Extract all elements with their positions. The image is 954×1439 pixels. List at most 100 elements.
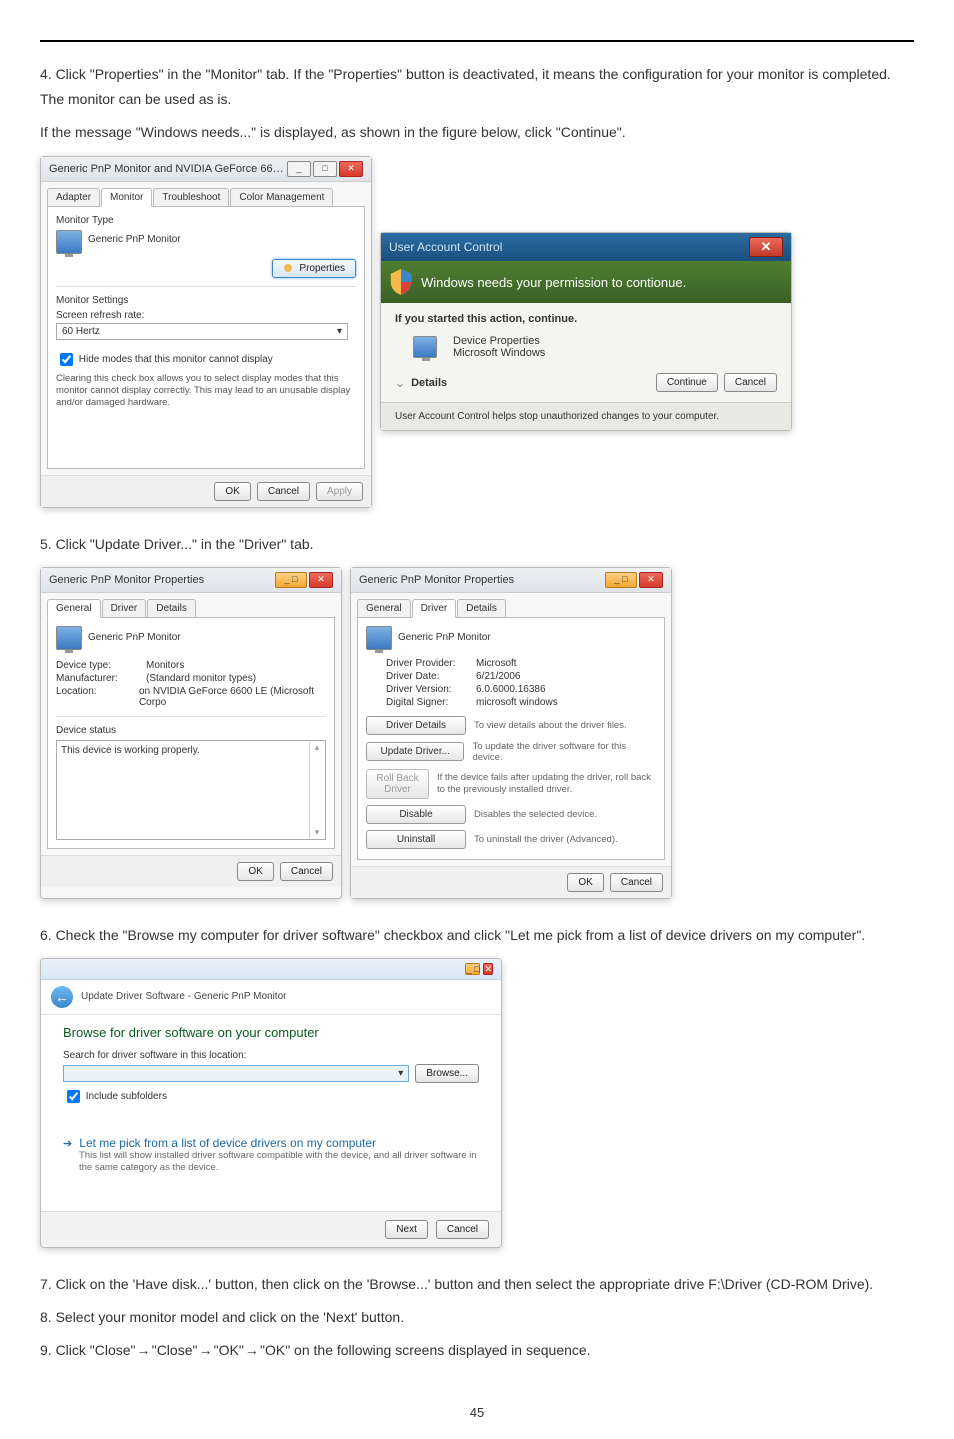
dialog-title: Generic PnP Monitor Properties (359, 574, 514, 586)
driver-signer-label: Digital Signer: (386, 697, 466, 708)
cancel-button[interactable]: Cancel (257, 482, 310, 501)
tab-driver[interactable]: Driver (412, 599, 457, 618)
ok-button[interactable]: OK (214, 482, 250, 501)
uac-footer: User Account Control helps stop unauthor… (381, 402, 791, 430)
tab-general[interactable]: General (357, 599, 411, 617)
device-name: Generic PnP Monitor (398, 632, 491, 643)
chevron-down-icon[interactable]: ⌄ (395, 376, 405, 390)
arrow-right-icon: ➔ (63, 1138, 72, 1150)
back-arrow-icon[interactable]: ← (51, 986, 73, 1008)
step4-text1: 4. Click "Properties" in the "Monitor" t… (40, 62, 914, 112)
driver-version-label: Driver Version: (386, 684, 466, 695)
pick-from-list-label: Let me pick from a list of device driver… (79, 1136, 376, 1150)
ok-button[interactable]: OK (237, 862, 273, 881)
step6-figure-row: _ □ ✕ ← Update Driver Software - Generic… (40, 958, 914, 1248)
page-number: 45 (40, 1405, 914, 1420)
apply-button[interactable]: Apply (316, 482, 363, 501)
scroll-up-icon[interactable]: ▴ (310, 742, 324, 753)
properties-general-dialog: Generic PnP Monitor Properties _ □ ✕ Gen… (40, 567, 342, 899)
driver-provider-label: Driver Provider: (386, 658, 466, 669)
driver-date-label: Driver Date: (386, 671, 466, 682)
location-value: on NVIDIA GeForce 6600 LE (Microsoft Cor… (139, 686, 326, 708)
close-icon[interactable]: ✕ (309, 572, 333, 588)
tab-monitor[interactable]: Monitor (101, 188, 152, 207)
driver-signer-value: microsoft windows (476, 697, 558, 708)
next-button[interactable]: Next (385, 1220, 428, 1239)
update-driver-wizard: _ □ ✕ ← Update Driver Software - Generic… (40, 958, 502, 1248)
driver-version-value: 6.0.6000.16386 (476, 684, 546, 695)
wizard-breadcrumb-row: ← Update Driver Software - Generic PnP M… (41, 980, 501, 1015)
monitor-settings-label: Monitor Settings (56, 295, 356, 306)
tab-color-management[interactable]: Color Management (230, 188, 333, 206)
wizard-titlebar: _ □ ✕ (41, 959, 501, 980)
tab-details[interactable]: Details (147, 599, 196, 617)
tab-adapter[interactable]: Adapter (47, 188, 100, 206)
titlebar: Generic PnP Monitor Properties _ □ ✕ (41, 568, 341, 593)
arrow-icon: → (201, 1344, 209, 1360)
close-icon[interactable]: ✕ (749, 237, 783, 257)
disable-description: Disables the selected device. (474, 809, 597, 820)
help-icon[interactable]: _ □ (465, 963, 480, 975)
wizard-path-input[interactable]: ▾ (63, 1065, 409, 1082)
rollback-driver-description: If the device fails after updating the d… (437, 772, 656, 795)
hide-modes-checkbox[interactable]: Hide modes that this monitor cannot disp… (56, 354, 273, 365)
details-link[interactable]: Details (411, 377, 447, 389)
help-icon[interactable]: _ □ (275, 572, 307, 588)
rollback-driver-button[interactable]: Roll Back Driver (366, 769, 429, 799)
tab-troubleshoot[interactable]: Troubleshoot (153, 188, 229, 206)
cancel-button[interactable]: Cancel (724, 373, 777, 392)
ok-button[interactable]: OK (567, 873, 603, 892)
device-type-label: Device type: (56, 660, 136, 671)
cancel-button[interactable]: Cancel (436, 1220, 489, 1239)
driver-details-button[interactable]: Driver Details (366, 716, 466, 735)
browse-button[interactable]: Browse... (415, 1064, 479, 1083)
chevron-down-icon: ▾ (398, 1068, 403, 1079)
help-icon[interactable]: _ □ (605, 572, 637, 588)
close-icon[interactable]: ✕ (483, 963, 493, 975)
location-label: Location: (56, 686, 129, 708)
tab-general[interactable]: General (47, 599, 101, 618)
monitor-icon (56, 626, 82, 650)
disable-button[interactable]: Disable (366, 805, 466, 824)
monitor-name: Generic PnP Monitor (88, 234, 356, 245)
close-icon[interactable]: ✕ (639, 572, 663, 588)
pick-from-list-link[interactable]: ➔ Let me pick from a list of device driv… (63, 1136, 479, 1150)
manufacturer-label: Manufacturer: (56, 673, 136, 684)
arrow-icon: → (139, 1344, 147, 1360)
uninstall-button[interactable]: Uninstall (366, 830, 466, 849)
properties-driver-dialog: Generic PnP Monitor Properties _ □ ✕ Gen… (350, 567, 672, 899)
cancel-button[interactable]: Cancel (280, 862, 333, 881)
tab-driver[interactable]: Driver (102, 599, 147, 617)
cancel-button[interactable]: Cancel (610, 873, 663, 892)
screen-refresh-select[interactable]: 60 Hertz ▾ (56, 323, 348, 340)
driver-provider-value: Microsoft (476, 658, 517, 669)
properties-button[interactable]: Properties (272, 259, 356, 278)
dialog-title: Generic PnP Monitor and NVIDIA GeForce 6… (49, 163, 287, 175)
driver-details-description: To view details about the driver files. (474, 720, 627, 731)
monitor-tabs: Adapter Monitor Troubleshoot Color Manag… (47, 188, 365, 207)
tab-details[interactable]: Details (457, 599, 506, 617)
shield-icon (283, 263, 293, 273)
properties-button-label: Properties (299, 263, 345, 274)
close-icon[interactable]: ✕ (339, 161, 363, 177)
wizard-heading: Browse for driver software on your compu… (63, 1025, 479, 1040)
device-name: Generic PnP Monitor (88, 632, 181, 643)
dialog-title: Generic PnP Monitor Properties (49, 574, 204, 586)
wizard-breadcrumb: Update Driver Software - Generic PnP Mon… (81, 991, 286, 1002)
uac-banner: Windows needs your permission to contion… (381, 261, 791, 303)
uac-body: If you started this action, continue. De… (381, 303, 791, 402)
shield-icon (389, 269, 413, 295)
driver-date-value: 6/21/2006 (476, 671, 521, 682)
uac-program-name: Device Properties (453, 335, 545, 347)
maximize-icon[interactable]: □ (313, 161, 337, 177)
minimize-icon[interactable]: _ (287, 161, 311, 177)
uac-details-row: ⌄ Details Continue Cancel (395, 373, 777, 392)
screen-refresh-value: 60 Hertz (62, 326, 100, 337)
monitor-properties-dialog: Generic PnP Monitor and NVIDIA GeForce 6… (40, 156, 372, 508)
update-driver-button[interactable]: Update Driver... (366, 742, 464, 761)
scroll-down-icon[interactable]: ▾ (310, 827, 324, 838)
continue-button[interactable]: Continue (656, 373, 718, 392)
uac-titlebar: User Account Control ✕ (381, 233, 791, 261)
include-subfolders-checkbox[interactable]: Include subfolders (63, 1091, 167, 1102)
monitor-icon (366, 626, 392, 650)
